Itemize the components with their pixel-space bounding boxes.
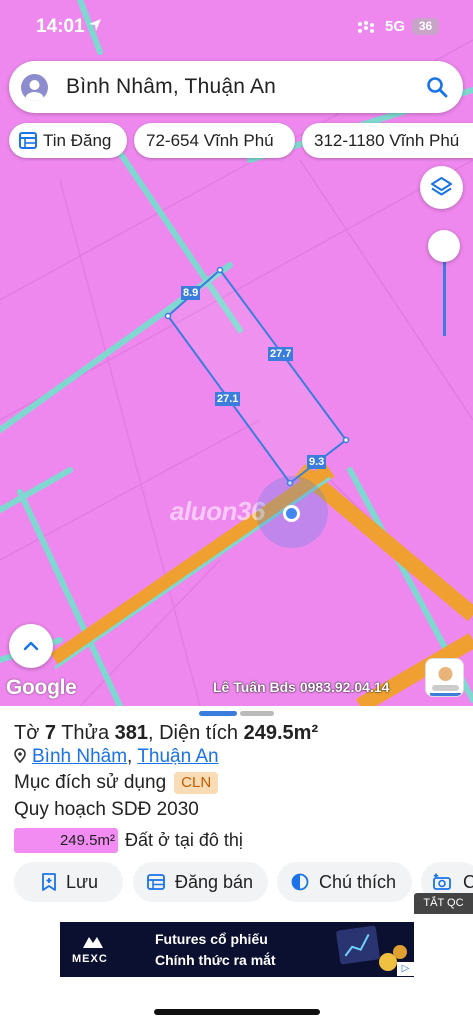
chip-tin-dang[interactable]: Tin Đăng bbox=[9, 123, 127, 158]
chip-filter[interactable]: 312-1180 Vĩnh Phú bbox=[302, 123, 473, 158]
camera-add-icon bbox=[433, 873, 451, 890]
chip-filter[interactable]: 72-654 Vĩnh Phú bbox=[134, 123, 295, 158]
signal-icon bbox=[358, 21, 374, 33]
parcel-info-sheet[interactable]: Tờ 7 Thửa 381, Diện tích 249.5m² Bình Nh… bbox=[0, 706, 473, 1024]
planning-heading: Quy hoạch SDĐ 2030 bbox=[14, 799, 199, 820]
ad-headline: Futures cổ phiếu bbox=[155, 931, 268, 947]
adchoices-icon[interactable]: ▷ bbox=[397, 962, 414, 976]
sheet-handle-secondary[interactable] bbox=[240, 711, 274, 716]
map-view[interactable]: 14:01 5G 36 Bình Nhâm, Thuận An Tin Đăng… bbox=[0, 0, 473, 706]
plan-area-description: Đất ở tại đô thị bbox=[125, 830, 243, 850]
ward-link[interactable]: Bình Nhâm bbox=[32, 746, 127, 767]
chevron-up-icon bbox=[23, 641, 39, 651]
search-bar[interactable]: Bình Nhâm, Thuận An bbox=[9, 61, 463, 113]
map-pin-icon bbox=[14, 748, 26, 763]
search-input[interactable]: Bình Nhâm, Thuận An bbox=[66, 75, 276, 99]
sheet-handle[interactable] bbox=[199, 711, 237, 716]
land-use-purpose: Mục đích sử dụng CLN bbox=[14, 772, 219, 794]
legend-button[interactable]: Chú thích bbox=[277, 862, 412, 902]
chip-label: 312-1180 Vĩnh Phú bbox=[314, 131, 460, 150]
ad-brand: MEXC bbox=[72, 953, 108, 965]
post-sale-button[interactable]: Đăng bán bbox=[133, 862, 268, 902]
plan-area-swatch: 249.5m² bbox=[14, 828, 118, 853]
parcel-title: Tờ 7 Thửa 381, Diện tích 249.5m² bbox=[14, 722, 319, 744]
battery-indicator: 36 bbox=[412, 18, 439, 35]
dimension-label-bottom: 9.3 bbox=[307, 455, 327, 469]
avatar[interactable] bbox=[21, 74, 48, 101]
table-icon bbox=[19, 132, 37, 149]
ad-banner[interactable]: MEXC Futures cổ phiếu Chính thức ra mắt bbox=[60, 922, 414, 977]
save-button[interactable]: Lưu bbox=[14, 862, 123, 902]
contrast-icon bbox=[291, 873, 309, 891]
mexc-logo-icon bbox=[83, 937, 103, 948]
google-logo: Google bbox=[6, 676, 77, 699]
land-use-badge: CLN bbox=[174, 772, 219, 794]
layers-button[interactable] bbox=[420, 166, 463, 209]
search-icon[interactable] bbox=[425, 75, 449, 99]
layers-icon bbox=[431, 177, 452, 196]
watermark-logo: aluon36 bbox=[170, 496, 265, 526]
status-bar: 14:01 5G 36 bbox=[0, 0, 473, 52]
chip-label: Tin Đăng bbox=[43, 131, 112, 150]
expand-up-button[interactable] bbox=[9, 624, 53, 668]
chip-label: 72-654 Vĩnh Phú bbox=[146, 131, 274, 150]
dimension-label-right: 27.7 bbox=[268, 347, 294, 361]
location-arrow-icon bbox=[89, 19, 101, 31]
dimension-label-left: 27.1 bbox=[215, 392, 241, 406]
close-ad-button[interactable]: TẮT QC bbox=[414, 893, 473, 914]
ad-subline: Chính thức ra mắt bbox=[155, 952, 276, 968]
current-location-dot bbox=[283, 505, 300, 522]
network-type: 5G bbox=[385, 18, 406, 35]
profile-thumbnail[interactable] bbox=[425, 658, 464, 697]
bookmark-add-icon bbox=[42, 873, 56, 891]
table-icon bbox=[147, 874, 165, 890]
dimension-label-top: 8.9 bbox=[181, 286, 201, 300]
contact-overlay: Lê Tuấn Bds 0983.92.04.14 bbox=[213, 679, 390, 695]
district-link[interactable]: Thuận An bbox=[137, 746, 218, 767]
parcel-address: Bình Nhâm, Thuận An bbox=[14, 746, 219, 768]
status-time: 14:01 bbox=[36, 16, 85, 37]
home-indicator[interactable] bbox=[154, 1009, 320, 1015]
opacity-slider-thumb[interactable] bbox=[428, 230, 460, 262]
